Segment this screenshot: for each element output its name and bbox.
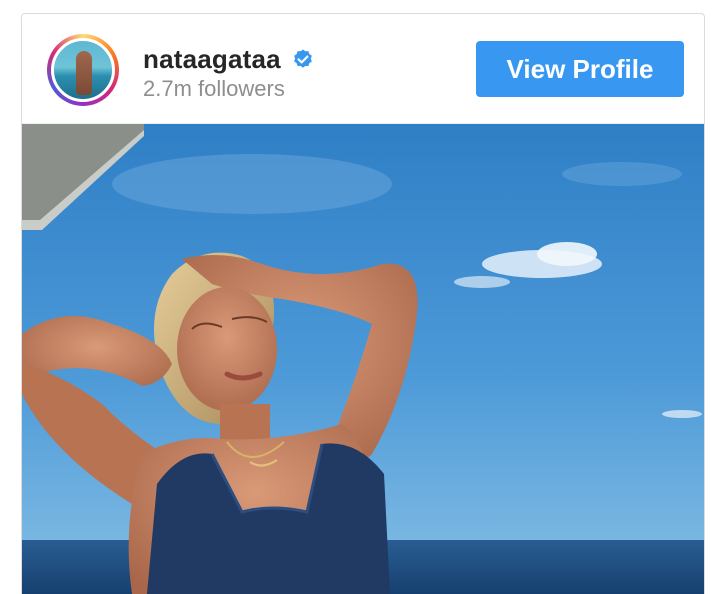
profile-header: nataagataa 2.7m followers View Profile xyxy=(22,14,704,124)
instagram-embed-card: nataagataa 2.7m followers View Profile xyxy=(21,13,705,594)
username[interactable]: nataagataa xyxy=(143,44,281,75)
view-profile-button[interactable]: View Profile xyxy=(476,41,684,97)
avatar-photo xyxy=(51,38,115,102)
post-photo[interactable] xyxy=(22,124,704,594)
username-row: nataagataa xyxy=(143,44,315,75)
followers-count: 2.7m followers xyxy=(143,76,285,101)
verified-badge-icon xyxy=(291,48,315,72)
avatar[interactable] xyxy=(47,34,119,106)
